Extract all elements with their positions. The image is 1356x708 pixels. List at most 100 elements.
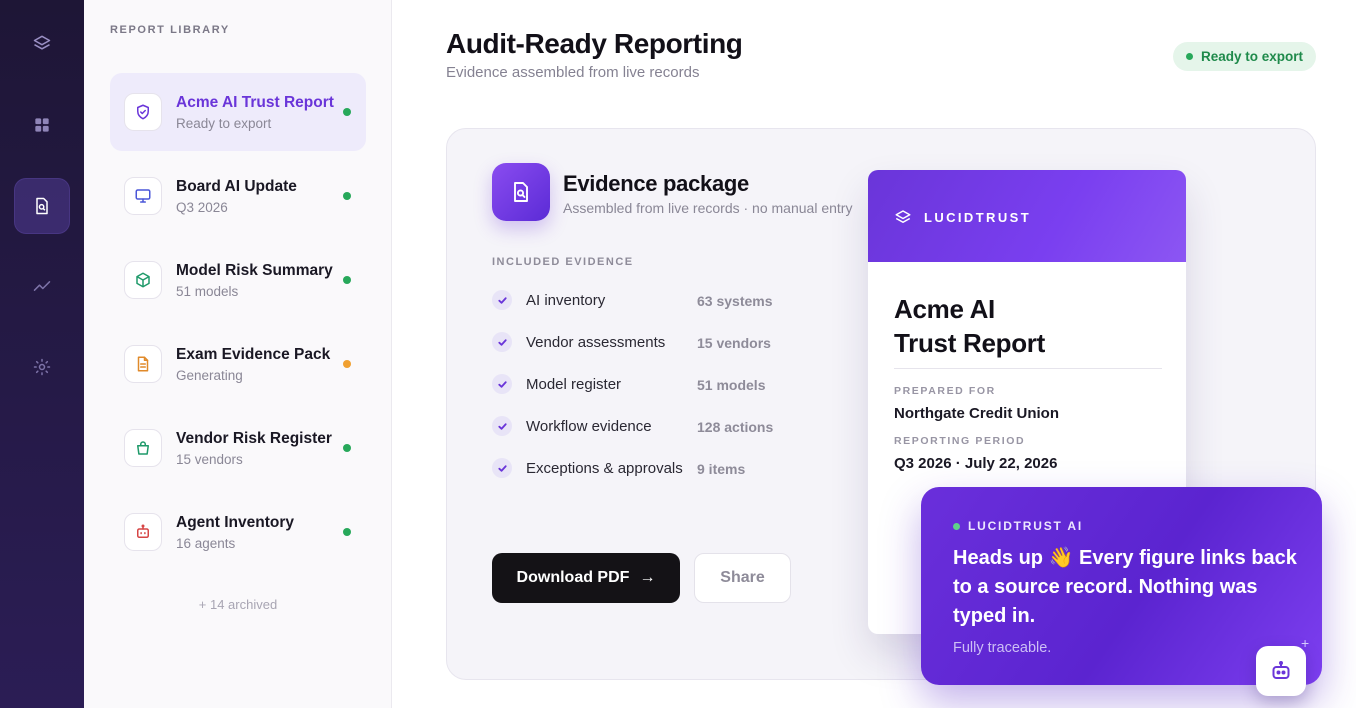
download-pdf-button[interactable]: Download PDF → bbox=[492, 553, 680, 603]
report-title: Acme AI Trust Report bbox=[894, 292, 1164, 360]
evidence-label: Exceptions & approvals bbox=[526, 460, 683, 477]
library-item-name: Board AI Update bbox=[176, 178, 297, 195]
library-item-icon bbox=[124, 513, 162, 551]
library-item-icon bbox=[124, 261, 162, 299]
archived-link[interactable]: + 14 archived bbox=[84, 597, 392, 612]
evidence-label: Vendor assessments bbox=[526, 334, 666, 351]
assistant-message: Heads up 👋 Every figure links back to a … bbox=[953, 547, 1297, 627]
brand-name: LUCIDTRUST bbox=[924, 209, 1032, 225]
report-search-icon bbox=[36, 197, 48, 215]
evidence-value: 63 systems bbox=[697, 293, 773, 309]
evidence-row: Exceptions & approvals 9 items bbox=[492, 458, 832, 482]
evidence-package-title: Evidence package bbox=[563, 171, 749, 196]
library-item-name: Model Risk Summary bbox=[176, 262, 333, 279]
library-item-name: Exam Evidence Pack bbox=[176, 346, 331, 363]
bag-icon bbox=[137, 441, 149, 455]
report-title-line: Trust Report bbox=[894, 328, 1045, 358]
grid-icon bbox=[35, 118, 49, 132]
check-icon bbox=[492, 416, 512, 436]
library-item-icon bbox=[124, 345, 162, 383]
library-item-exam-evidence-pack[interactable]: Exam Evidence Pack Generating bbox=[110, 325, 366, 403]
library-item-icon bbox=[124, 177, 162, 215]
rail-analytics-button[interactable] bbox=[14, 258, 70, 314]
rail-layers-button[interactable] bbox=[14, 15, 70, 71]
assistant-brand: LUCIDTRUST AI bbox=[953, 519, 1083, 533]
prepared-for-label: PREPARED FOR bbox=[894, 385, 996, 397]
rail-reports-button[interactable] bbox=[14, 178, 70, 234]
trend-line-icon bbox=[33, 281, 51, 291]
divider bbox=[894, 368, 1162, 369]
library-title: REPORT LIBRARY bbox=[110, 24, 230, 36]
status-badge: Ready to export bbox=[1173, 42, 1316, 71]
rail-dashboard-button[interactable] bbox=[14, 97, 70, 153]
rail-settings-button[interactable] bbox=[14, 339, 70, 395]
layers-icon bbox=[895, 210, 911, 223]
arrow-right-icon: → bbox=[639, 569, 656, 586]
evidence-row: AI inventory 63 systems bbox=[492, 290, 832, 314]
evidence-value: 15 vendors bbox=[697, 335, 771, 351]
status-dot bbox=[343, 192, 351, 200]
status-dot bbox=[343, 444, 351, 452]
shield-check-icon bbox=[137, 104, 149, 120]
page-title: Audit-Ready Reporting bbox=[446, 28, 743, 59]
report-preview-header: LUCIDTRUST bbox=[868, 170, 1186, 262]
assistant-brand-name: LUCIDTRUST AI bbox=[968, 519, 1083, 533]
reporting-period-label: REPORTING PERIOD bbox=[894, 435, 1026, 447]
cube-icon bbox=[136, 272, 150, 288]
report-title-line: Acme AI bbox=[894, 294, 995, 324]
robot-icon bbox=[1272, 661, 1290, 679]
included-evidence-label: INCLUDED EVIDENCE bbox=[492, 256, 634, 268]
library-item-subtitle: 51 models bbox=[176, 284, 239, 299]
status-dot bbox=[343, 108, 351, 116]
library-item-subtitle: Generating bbox=[176, 368, 243, 383]
prepared-for-value: Northgate Credit Union bbox=[894, 405, 1059, 422]
assistant-footnote: Fully traceable. bbox=[953, 640, 1052, 656]
evidence-row: Vendor assessments 15 vendors bbox=[492, 332, 832, 356]
library-item-name: Acme AI Trust Report bbox=[176, 94, 334, 111]
evidence-label: Model register bbox=[526, 376, 622, 393]
library-item-subtitle: 15 vendors bbox=[176, 452, 243, 467]
check-icon bbox=[492, 374, 512, 394]
library-item-subtitle: Ready to export bbox=[176, 116, 272, 131]
report-search-icon bbox=[514, 182, 528, 202]
icon-rail bbox=[0, 0, 84, 708]
evidence-value: 9 items bbox=[697, 461, 746, 477]
status-dot bbox=[343, 276, 351, 284]
brand-logo: LUCIDTRUST bbox=[894, 208, 1031, 226]
library-item-name: Vendor Risk Register bbox=[176, 430, 332, 447]
status-dot bbox=[343, 528, 351, 536]
monitor-icon bbox=[135, 189, 151, 203]
library-item-name: Agent Inventory bbox=[176, 514, 294, 531]
layers-icon bbox=[33, 35, 51, 50]
library-item-icon bbox=[124, 93, 162, 131]
report-library: REPORT LIBRARY Acme AI Trust Report Read… bbox=[84, 0, 392, 708]
share-button[interactable]: Share bbox=[694, 553, 791, 603]
online-dot bbox=[953, 522, 960, 530]
library-item-acme-ai-trust-report[interactable]: Acme AI Trust Report Ready to export bbox=[110, 73, 366, 151]
robot-icon bbox=[137, 524, 149, 538]
evidence-value: 51 models bbox=[697, 377, 766, 393]
status-dot bbox=[1185, 53, 1193, 60]
library-item-model-risk-summary[interactable]: Model Risk Summary 51 models bbox=[110, 241, 366, 319]
check-icon bbox=[492, 458, 512, 478]
document-icon bbox=[137, 356, 149, 372]
status-badge-label: Ready to export bbox=[1200, 49, 1304, 64]
download-pdf-label: Download PDF bbox=[516, 569, 630, 586]
library-item-agent-inventory[interactable]: Agent Inventory 16 agents bbox=[110, 493, 366, 571]
assistant-button[interactable] bbox=[1256, 646, 1306, 696]
page-subtitle: Evidence assembled from live records bbox=[446, 64, 700, 81]
evidence-package-icon bbox=[492, 163, 550, 221]
evidence-label: Workflow evidence bbox=[526, 418, 652, 435]
library-item-vendor-risk-register[interactable]: Vendor Risk Register 15 vendors bbox=[110, 409, 366, 487]
status-dot bbox=[343, 360, 351, 368]
gear-icon bbox=[33, 358, 51, 376]
evidence-row: Workflow evidence 128 actions bbox=[492, 416, 832, 440]
library-item-subtitle: 16 agents bbox=[176, 536, 236, 551]
evidence-label: AI inventory bbox=[526, 292, 606, 309]
library-item-board-ai-update[interactable]: Board AI Update Q3 2026 bbox=[110, 157, 366, 235]
evidence-row: Model register 51 models bbox=[492, 374, 832, 398]
evidence-value: 128 actions bbox=[697, 419, 774, 435]
reporting-period-value: Q3 2026 · July 22, 2026 bbox=[894, 455, 1058, 472]
library-item-icon bbox=[124, 429, 162, 467]
evidence-package-subtitle: Assembled from live records · no manual … bbox=[563, 200, 853, 216]
